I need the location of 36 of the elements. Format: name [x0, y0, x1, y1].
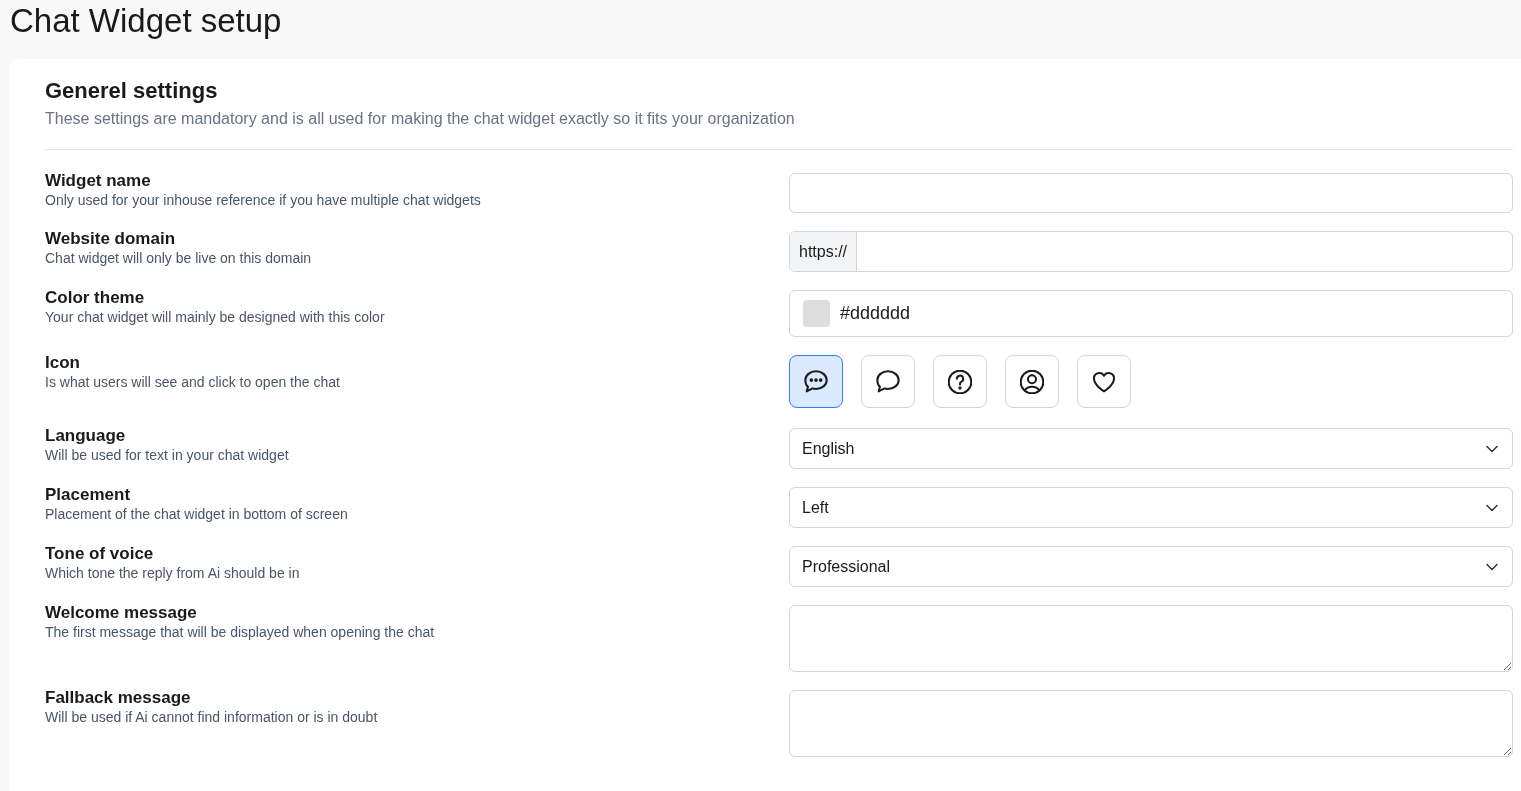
field-description: Will be used if Ai cannot find information or is in doubt	[45, 708, 378, 726]
field-label: Widget name	[45, 171, 151, 191]
field-label: Language	[45, 426, 126, 446]
section-description: These settings are mandatory and is all used for making the chat widget exactly so it fits your organization	[45, 109, 795, 129]
dropdown-select[interactable]: Professional	[789, 546, 1513, 587]
field-label: Icon	[45, 353, 80, 373]
dropdown-select[interactable]: English	[789, 428, 1513, 469]
field-description: Is what users will see and click to open the chat	[45, 373, 340, 391]
user-icon	[1020, 369, 1044, 394]
color-value[interactable]: #dddddd	[840, 300, 911, 327]
field-label: Fallback message	[45, 688, 191, 708]
field-description: Which tone the reply from Ai should be in	[45, 564, 300, 582]
chat-icon	[876, 369, 900, 394]
field-description: Placement of the chat widget in bottom of screen	[45, 505, 348, 523]
field-label: Welcome message	[45, 603, 197, 623]
field-description: Your chat widget will mainly be designed with this color	[45, 308, 385, 326]
text-input-field[interactable]	[789, 173, 1513, 213]
section-title: Generel settings	[45, 77, 218, 105]
field-label: Color theme	[45, 288, 145, 308]
field-label: Tone of voice	[45, 544, 154, 564]
field-description: Only used for your inhouse reference if you have multiple chat widgets	[45, 191, 481, 209]
field-description: The first message that will be displayed when opening the chat	[45, 623, 435, 641]
chevron-down-icon	[1486, 444, 1498, 453]
color-swatch[interactable]	[803, 300, 830, 327]
icon-option-button[interactable]	[789, 355, 843, 408]
heart-icon	[1092, 369, 1116, 394]
chat-dots-icon	[804, 369, 828, 394]
chevron-down-icon	[1486, 503, 1498, 512]
field-description: Chat widget will only be live on this domain	[45, 249, 312, 267]
field-label: Website domain	[45, 229, 176, 249]
page-title: Chat Widget setup	[9, 1, 282, 41]
field-label: Placement	[45, 485, 131, 505]
question-icon	[948, 369, 972, 394]
chevron-down-icon	[1486, 562, 1498, 571]
dropdown-select[interactable]: Left	[789, 487, 1513, 528]
field-description: Will be used for text in your chat widget	[45, 446, 289, 464]
